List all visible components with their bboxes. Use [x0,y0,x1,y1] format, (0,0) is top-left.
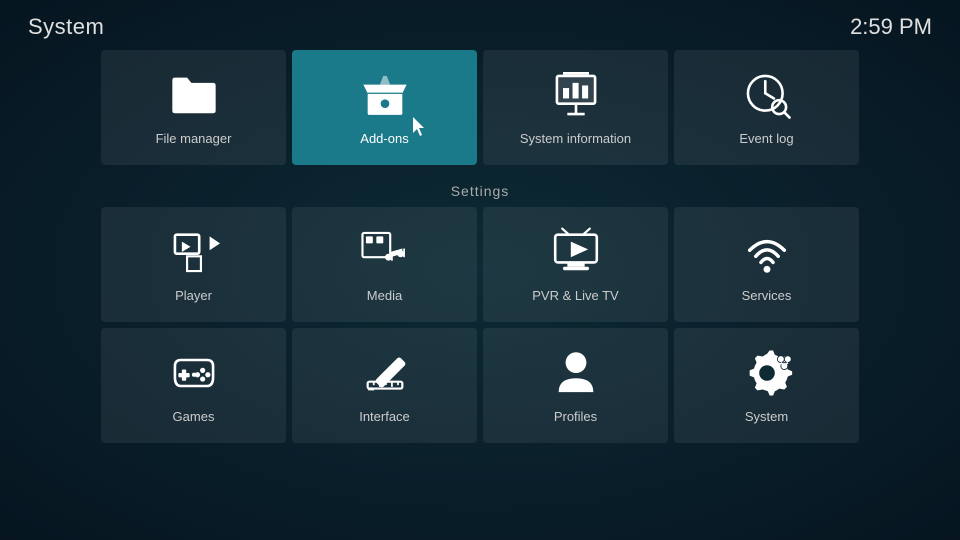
tv-icon [550,226,602,278]
info-chart-icon [550,69,602,121]
tile-file-manager-label: File manager [156,131,232,146]
tile-games-label: Games [173,409,215,424]
top-tiles-row: File manager Add-ons [0,50,960,165]
tile-event-log-label: Event log [739,131,793,146]
clock: 2:59 PM [850,14,932,40]
box-icon [359,69,411,121]
tile-games[interactable]: Games [101,328,286,443]
tile-media-label: Media [367,288,402,303]
tile-player[interactable]: Player [101,207,286,322]
tile-pvr-live-tv-label: PVR & Live TV [532,288,618,303]
settings-row-2: Games Interface [0,328,960,443]
play-icon [168,226,220,278]
gear-icon [741,347,793,399]
page-title: System [28,14,104,40]
tile-interface[interactable]: Interface [292,328,477,443]
tile-profiles-label: Profiles [554,409,597,424]
tile-system-information[interactable]: System information [483,50,668,165]
tile-interface-label: Interface [359,409,410,424]
settings-row-1: Player Media [0,207,960,322]
media-icon [359,226,411,278]
tile-player-label: Player [175,288,212,303]
wifi-icon [741,226,793,278]
folder-icon [168,69,220,121]
tile-system[interactable]: System [674,328,859,443]
tile-add-ons[interactable]: Add-ons [292,50,477,165]
settings-title: Settings [0,175,960,207]
cursor-indicator [413,117,429,137]
tile-services-label: Services [742,288,792,303]
tile-file-manager[interactable]: File manager [101,50,286,165]
tile-media[interactable]: Media [292,207,477,322]
tile-system-information-label: System information [520,131,631,146]
clock-search-icon [741,69,793,121]
header: System 2:59 PM [0,0,960,50]
tile-add-ons-label: Add-ons [360,131,408,146]
tile-event-log[interactable]: Event log [674,50,859,165]
settings-section: Settings Player [0,175,960,443]
tile-system-label: System [745,409,788,424]
gamepad-icon [168,347,220,399]
tile-profiles[interactable]: Profiles [483,328,668,443]
person-icon [550,347,602,399]
tile-pvr-live-tv[interactable]: PVR & Live TV [483,207,668,322]
tile-services[interactable]: Services [674,207,859,322]
pencil-icon [359,347,411,399]
